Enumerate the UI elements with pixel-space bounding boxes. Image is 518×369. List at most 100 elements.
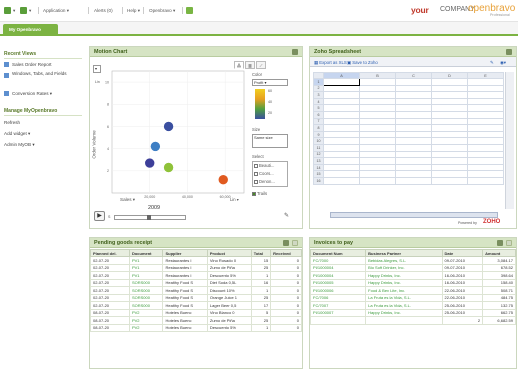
table-cell[interactable]: FC/7007: [309, 301, 367, 310]
table-cell[interactable]: PI/1000005: [309, 278, 367, 287]
row-header[interactable]: 13: [313, 157, 324, 165]
menu-application[interactable]: Application ▾: [43, 8, 69, 14]
recent-item-conversion-rates[interactable]: Conversion Rates ▾: [4, 91, 52, 97]
row-header[interactable]: 9: [313, 130, 324, 139]
sheet-cell[interactable]: [467, 117, 504, 126]
edit-pencil-icon[interactable]: ✎: [490, 60, 494, 66]
table-row[interactable]: 02-07-20 SORS000 Healthy Food S Lager Beer …: [90, 301, 302, 310]
table-cell[interactable]: PI/1000006: [309, 286, 367, 295]
table-cell[interactable]: PV2: [128, 316, 164, 325]
table-row[interactable]: FC/7006 La Fruta es la Vida, S.L. 22-06-20…: [309, 293, 516, 302]
table-row[interactable]: 02-07-20 PV1 Restaurantes I Zumo de Piña 25 0: [90, 263, 302, 272]
table-row[interactable]: FC/7007 La Fruta es la Vida, S.L. 25-06-20…: [309, 301, 516, 310]
sheet-cell[interactable]: [323, 150, 360, 159]
row-header[interactable]: 16: [313, 176, 324, 185]
menu-openbravo[interactable]: Openbravo ▾: [149, 8, 175, 14]
sheet-cell[interactable]: [395, 163, 432, 172]
sheet-cell[interactable]: [467, 91, 504, 99]
sheet-cell[interactable]: [323, 84, 360, 93]
table-row[interactable]: FC/7000 Bebidas Alegres, S.L. 09-07-2010 3,…: [309, 256, 516, 265]
sheet-cell[interactable]: [467, 124, 504, 132]
table-row[interactable]: 02-07-20 SORS000 Healthy Food S Orange Juic…: [90, 293, 302, 302]
sheet-cell[interactable]: [467, 110, 504, 119]
sheet-cell[interactable]: [359, 124, 396, 132]
table-cell[interactable]: Happy Drinks, Inc.: [365, 308, 443, 317]
checkbox[interactable]: [254, 179, 258, 184]
select-list[interactable]: Beauti... Coors... Denon...: [252, 161, 288, 187]
sheet-cell[interactable]: [359, 176, 396, 185]
select-item[interactable]: Beauti...: [254, 163, 274, 168]
column-header[interactable]: Product: [206, 249, 252, 257]
row-header[interactable]: 3: [313, 91, 324, 99]
checkbox[interactable]: [252, 191, 256, 196]
sheet-cell[interactable]: [467, 78, 504, 86]
sheet-cell[interactable]: [323, 143, 360, 152]
sheet-cell[interactable]: [467, 130, 504, 139]
column-header[interactable]: Document Num: [309, 249, 367, 257]
sheet-cell[interactable]: [395, 150, 432, 159]
table-cell[interactable]: Bio Soft Drinker, Inc.: [365, 263, 443, 272]
table-row[interactable]: 02-07-20 SORS000 Healthy Food S Discount 10…: [90, 286, 302, 295]
spreadsheet-grid[interactable]: A B C D E 1 2 3 4 5 6 7 8 9 10 11 12 13 14 15 16: [313, 72, 504, 185]
bubble-point[interactable]: [163, 162, 174, 173]
sheet-cell[interactable]: [395, 78, 432, 86]
slider-handle[interactable]: [147, 215, 151, 220]
row-header[interactable]: 7: [313, 117, 324, 126]
sheet-cell[interactable]: [395, 176, 432, 185]
edit-icon[interactable]: [506, 49, 512, 55]
table-cell[interactable]: SORS000: [128, 293, 164, 302]
sheet-cell[interactable]: [359, 137, 396, 145]
table-cell[interactable]: La Fruta es la Vida, S.L.: [365, 293, 443, 302]
horizontal-scrollbar[interactable]: [330, 212, 498, 218]
sheet-cell[interactable]: [431, 84, 468, 93]
sheet-cell[interactable]: [359, 157, 396, 165]
table-cell[interactable]: SORS000: [128, 301, 164, 310]
row-header[interactable]: 11: [313, 143, 324, 152]
x-scale-select[interactable]: Lin ▾: [230, 197, 239, 202]
sheet-cell[interactable]: [431, 137, 468, 145]
trails-toggle[interactable]: Trails: [252, 191, 267, 196]
table-cell[interactable]: La Fruta es la Vida, S.L.: [365, 301, 443, 310]
sheet-cell[interactable]: [395, 143, 432, 152]
sheet-cell[interactable]: [395, 137, 432, 145]
sheet-cell[interactable]: [467, 84, 504, 93]
row-header[interactable]: 5: [313, 104, 324, 112]
table-row[interactable]: PI/1000005 Happy Drinks, Inc. 16-06-2010 15…: [309, 278, 516, 287]
column-header[interactable]: Supplier: [162, 249, 208, 257]
table-row[interactable]: PI/1000007 Happy Drinks, Inc. 25-06-2010 66…: [309, 308, 516, 317]
vertical-scrollbar[interactable]: [505, 72, 514, 209]
sheet-cell[interactable]: [323, 176, 360, 185]
row-header[interactable]: 6: [313, 110, 324, 119]
column-header[interactable]: Amount: [482, 249, 516, 257]
sheet-cell[interactable]: [431, 91, 468, 99]
sheet-cell[interactable]: [431, 104, 468, 112]
sheet-cell[interactable]: [323, 78, 360, 86]
sheet-cell[interactable]: [467, 97, 504, 106]
checkbox[interactable]: [254, 171, 258, 176]
sheet-cell[interactable]: [359, 97, 396, 106]
sheet-cell[interactable]: [323, 163, 360, 172]
sheet-cell[interactable]: [467, 137, 504, 145]
menu-help[interactable]: Help ▾: [127, 8, 140, 14]
table-cell[interactable]: Food & Bev Lite, Inc.: [365, 286, 443, 295]
tab-my-openbravo[interactable]: My Openbravo: [3, 24, 58, 36]
sheet-cell[interactable]: [323, 104, 360, 112]
table-cell[interactable]: SORS000: [128, 278, 164, 287]
menu-alerts[interactable]: Alerts (0): [94, 8, 113, 13]
sheet-cell[interactable]: [431, 110, 468, 119]
sheet-cell[interactable]: [359, 150, 396, 159]
sheet-cell[interactable]: [395, 104, 432, 112]
sheet-cell[interactable]: [359, 143, 396, 152]
menu-icon[interactable]: [4, 7, 11, 14]
row-header[interactable]: 12: [313, 150, 324, 159]
color-select[interactable]: Profit ▾: [252, 79, 288, 86]
column-header[interactable]: Received: [270, 249, 302, 257]
sheet-cell[interactable]: [359, 163, 396, 172]
close-icon[interactable]: [292, 240, 298, 246]
size-select[interactable]: Same size: [252, 134, 288, 148]
column-header[interactable]: Business Partner: [365, 249, 443, 257]
sheet-cell[interactable]: [323, 130, 360, 139]
close-icon[interactable]: [506, 240, 512, 246]
column-header[interactable]: Planned del.: [90, 249, 130, 257]
bubble-point[interactable]: [144, 157, 156, 169]
